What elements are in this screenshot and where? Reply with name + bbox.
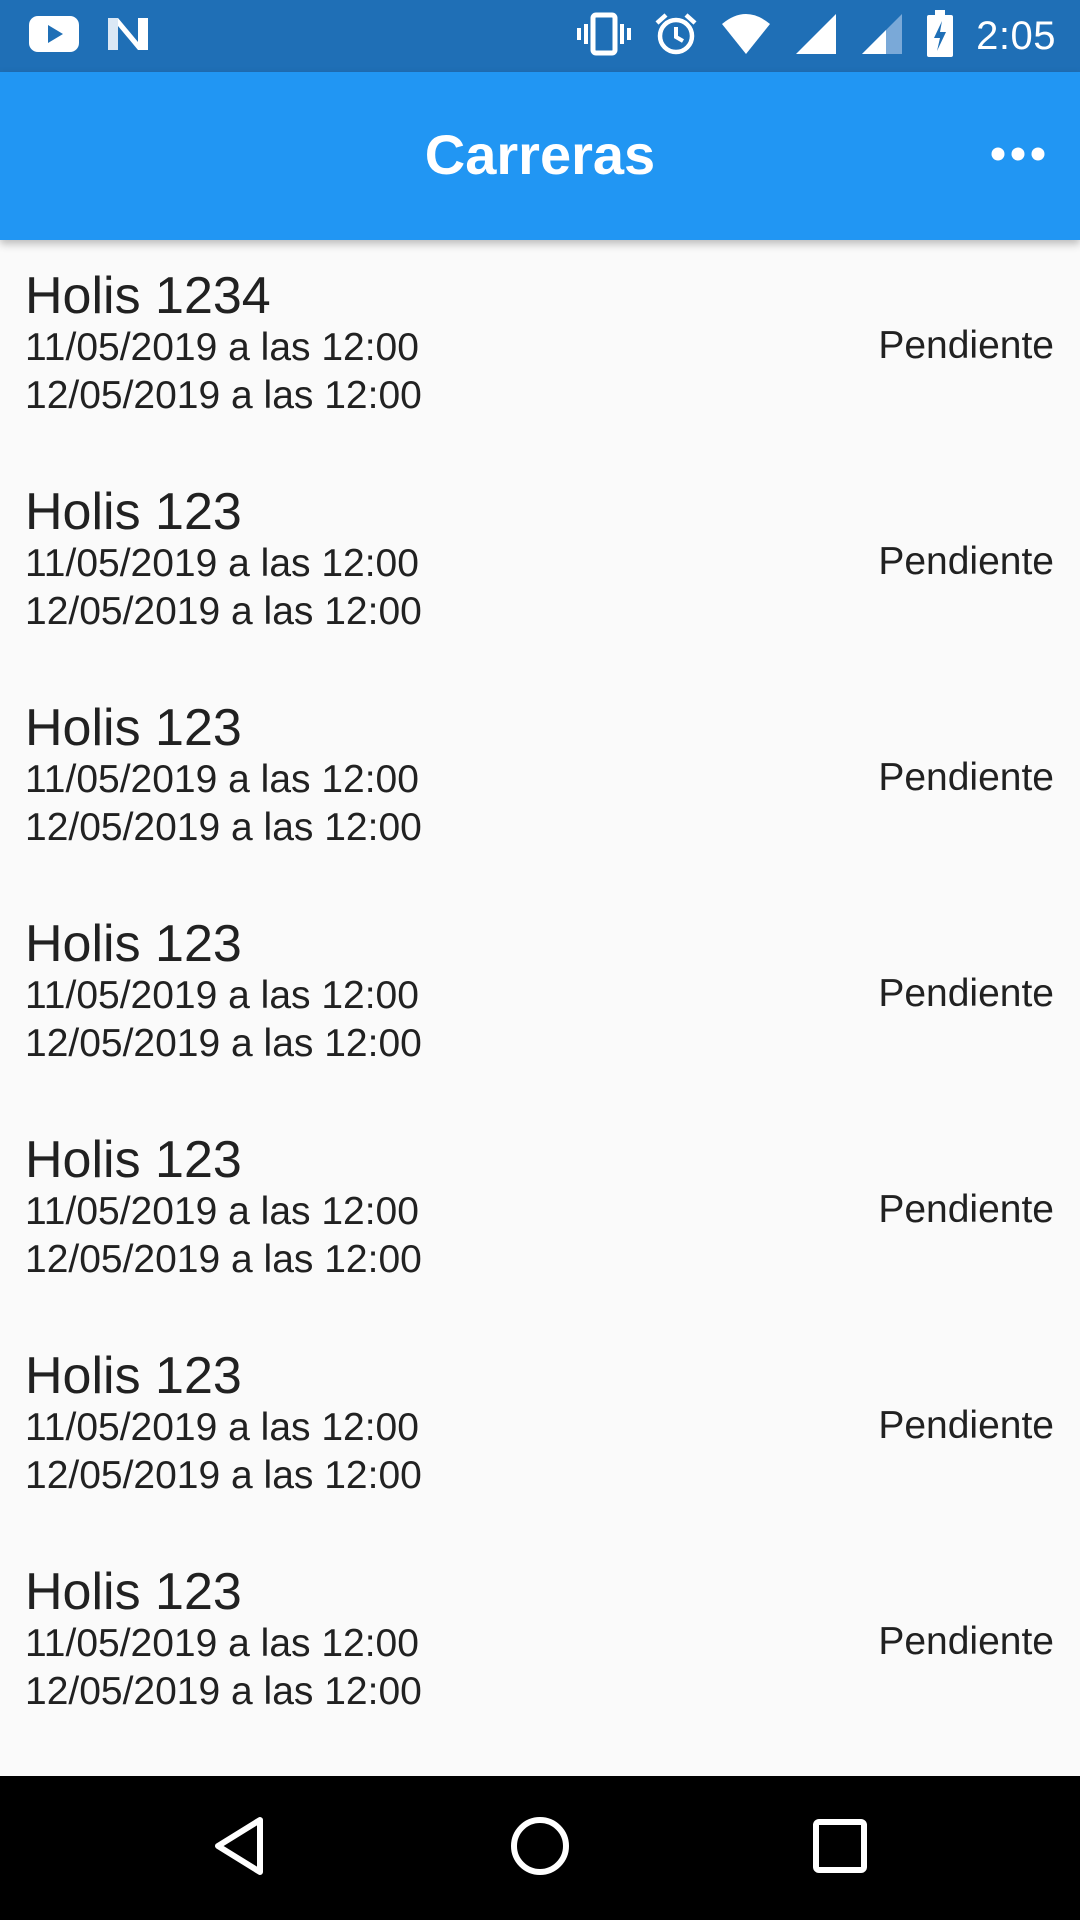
race-name: Holis 123 [25,1563,242,1621]
list-item[interactable]: Holis 123 11/05/2019 a las 12:00 12/05/2… [0,1104,1080,1320]
race-end-date: 12/05/2019 a las 12:00 [25,1670,422,1713]
race-status: Pendiente [878,1404,1054,1447]
list-item[interactable]: Holis 123 11/05/2019 a las 12:00 12/05/2… [0,1320,1080,1536]
race-status: Pendiente [878,972,1054,1015]
race-list: Holis 1234 11/05/2019 a las 12:00 12/05/… [0,240,1080,1776]
list-item[interactable]: Holis 123 11/05/2019 a las 12:00 12/05/2… [0,672,1080,888]
list-item[interactable]: Holis 123 11/05/2019 a las 12:00 12/05/2… [0,888,1080,1104]
signal-icon [794,12,838,61]
list-item[interactable]: Holis 123 11/05/2019 a las 12:00 12/05/2… [0,1536,1080,1752]
race-start-date: 11/05/2019 a las 12:00 [25,326,419,369]
wifi-icon [720,12,772,61]
page-title: Carreras [424,123,656,186]
home-icon [508,1814,572,1883]
status-bar-left [28,14,150,59]
more-options-button[interactable] [984,126,1052,186]
recents-button[interactable] [800,1808,880,1888]
race-end-date: 12/05/2019 a las 12:00 [25,1454,422,1497]
race-start-date: 11/05/2019 a las 12:00 [25,974,419,1017]
race-start-date: 11/05/2019 a las 12:00 [25,1622,419,1665]
vibrate-icon [576,12,632,61]
race-end-date: 12/05/2019 a las 12:00 [25,1238,422,1281]
more-horizontal-icon [990,146,1046,167]
race-name: Holis 123 [25,1347,242,1405]
race-name: Holis 123 [25,1131,242,1189]
race-name: Holis 123 [25,699,242,757]
race-name: Holis 123 [25,483,242,541]
race-status: Pendiente [878,324,1054,367]
race-status: Pendiente [878,756,1054,799]
race-status: Pendiente [878,540,1054,583]
home-button[interactable] [500,1808,580,1888]
race-status: Pendiente [878,1620,1054,1663]
status-bar-right: 2:05 [576,9,1056,63]
youtube-icon [28,14,80,59]
status-bar: 2:05 [0,0,1080,72]
race-end-date: 12/05/2019 a las 12:00 [25,806,422,849]
race-status: Pendiente [878,1188,1054,1231]
battery-charging-icon [926,9,954,63]
recents-icon [810,1816,870,1881]
race-end-date: 12/05/2019 a las 12:00 [25,374,422,417]
navigation-bar [0,1776,1080,1920]
race-start-date: 11/05/2019 a las 12:00 [25,1406,419,1449]
app-bar: Carreras [0,72,1080,240]
race-start-date: 11/05/2019 a las 12:00 [25,1190,419,1233]
race-name: Holis 123 [25,915,242,973]
list-item[interactable]: Holis 123 11/05/2019 a las 12:00 12/05/2… [0,456,1080,672]
race-end-date: 12/05/2019 a las 12:00 [25,1022,422,1065]
back-button[interactable] [200,1808,280,1888]
signal-2-icon [860,12,904,61]
status-time: 2:05 [976,13,1056,58]
alarm-icon [654,12,698,61]
list-item[interactable]: Holis 1234 11/05/2019 a las 12:00 12/05/… [0,240,1080,456]
race-start-date: 11/05/2019 a las 12:00 [25,758,419,801]
screen: 2:05 Carreras Holis 1234 11/05/2019 a la… [0,0,1080,1920]
n-app-icon [106,14,150,59]
back-icon [210,1814,270,1883]
race-end-date: 12/05/2019 a las 12:00 [25,590,422,633]
race-name: Holis 1234 [25,267,271,325]
race-start-date: 11/05/2019 a las 12:00 [25,542,419,585]
